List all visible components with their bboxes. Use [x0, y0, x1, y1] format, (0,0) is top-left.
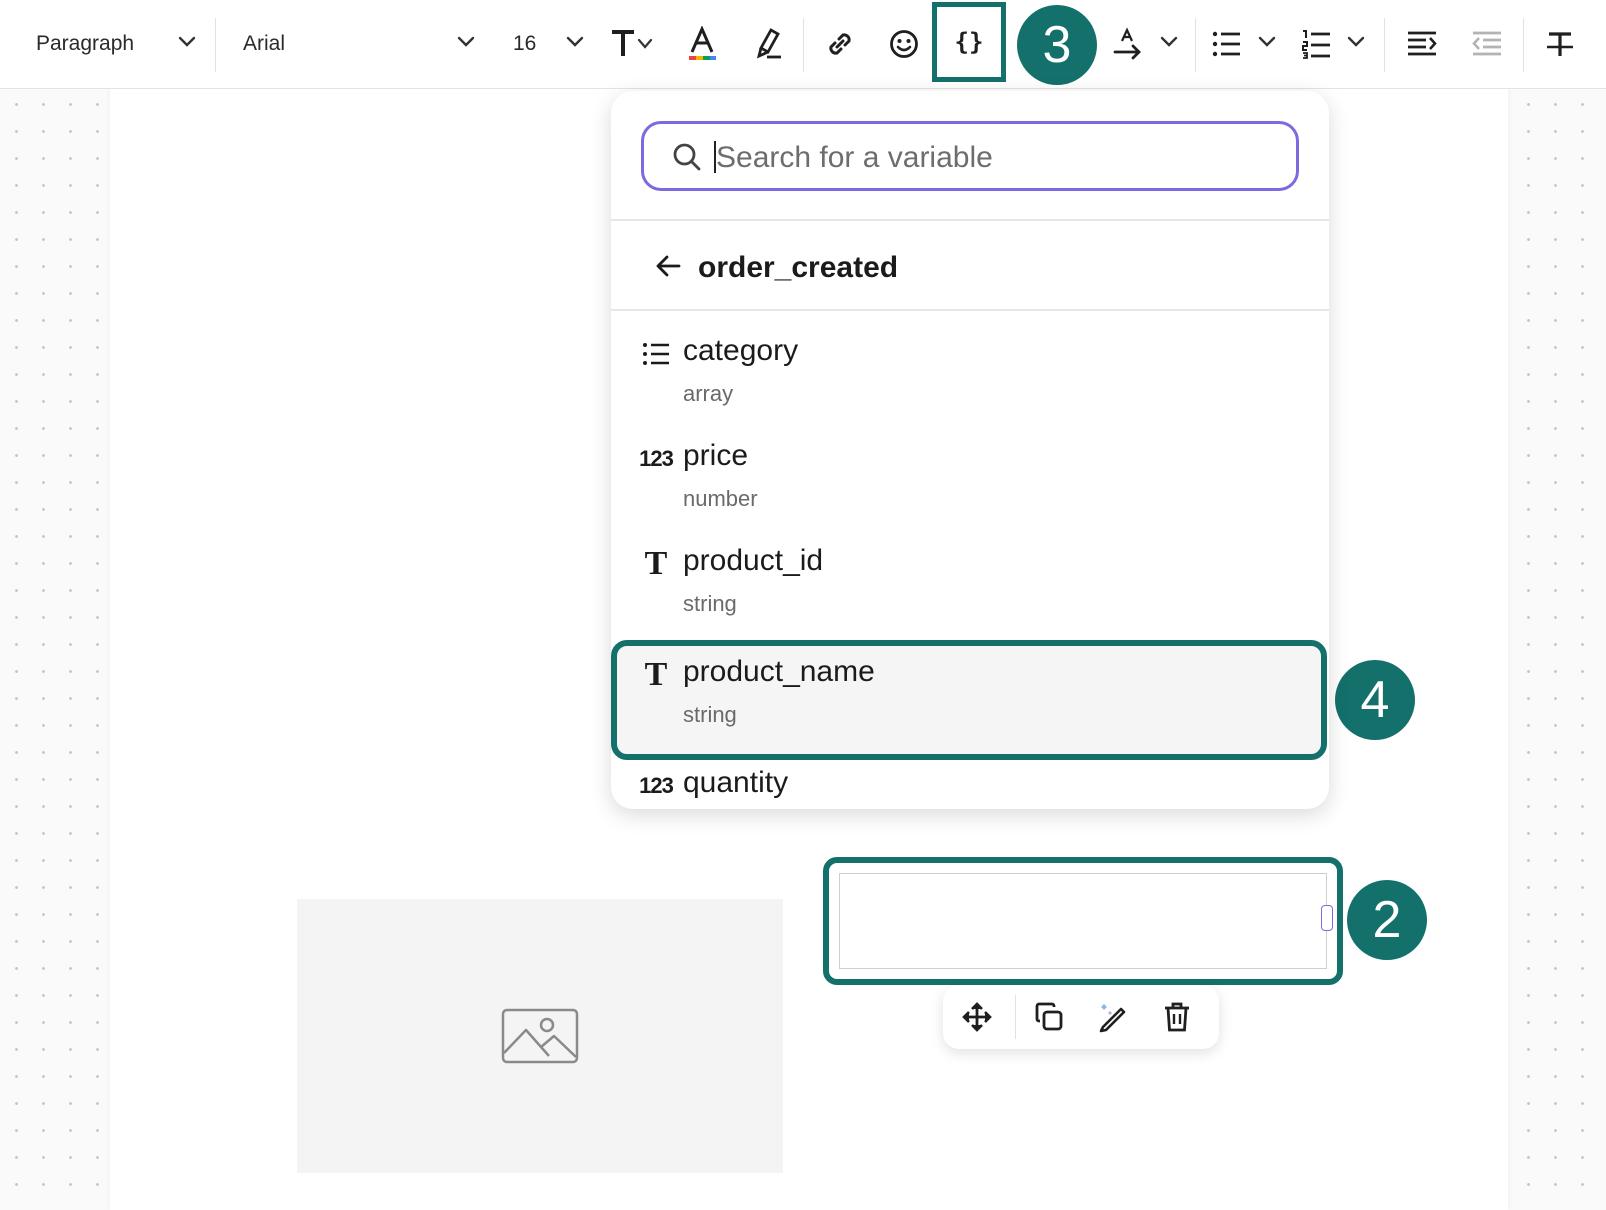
- step-4-callout: 4: [1335, 660, 1415, 740]
- number-icon: 123: [639, 446, 674, 471]
- variable-name: category: [683, 334, 799, 367]
- variable-search-input[interactable]: Search for a variable: [641, 121, 1299, 191]
- toolbar-divider: [1523, 18, 1524, 72]
- variable-type: number: [683, 486, 758, 511]
- text-color-icon[interactable]: [684, 24, 720, 64]
- edit-icon[interactable]: [1095, 999, 1131, 1035]
- divider: [611, 309, 1329, 311]
- toolbar-divider: [803, 18, 804, 72]
- variable-group-title: order_created: [698, 251, 899, 284]
- variable-picker-dropdown: Search for a variable order_created cate…: [611, 91, 1329, 809]
- image-placeholder[interactable]: [297, 899, 783, 1173]
- step-2-callout: 2: [1347, 880, 1427, 960]
- variable-type: string: [683, 702, 737, 727]
- chevron-down-icon[interactable]: [457, 36, 475, 48]
- duplicate-icon[interactable]: [1031, 999, 1067, 1035]
- emoji-icon[interactable]: [886, 24, 922, 64]
- search-placeholder: Search for a variable: [716, 141, 993, 174]
- link-icon[interactable]: [822, 24, 858, 64]
- block-type-select[interactable]: Paragraph: [36, 32, 134, 56]
- chevron-down-icon[interactable]: [566, 36, 584, 48]
- outdent-icon[interactable]: [1469, 24, 1505, 64]
- font-size-select[interactable]: 16: [513, 32, 536, 56]
- move-icon[interactable]: [959, 999, 995, 1035]
- variable-name: quantity: [683, 766, 789, 799]
- search-icon: [673, 143, 701, 171]
- delete-icon[interactable]: [1159, 999, 1195, 1035]
- variable-item-product-name[interactable]: T product_name string: [611, 640, 1327, 760]
- text-type-icon: T: [644, 656, 668, 693]
- toolbar-divider: [215, 18, 216, 72]
- text-block-content[interactable]: [839, 873, 1327, 969]
- list-icon: [639, 337, 673, 371]
- clear-format-icon[interactable]: [1542, 24, 1578, 64]
- variable-item-product-id[interactable]: T product_id string: [611, 529, 1329, 633]
- chevron-down-icon[interactable]: [1160, 36, 1178, 48]
- text-direction-icon[interactable]: [1110, 24, 1146, 64]
- bullet-list-icon[interactable]: [1209, 24, 1245, 64]
- variable-name: price: [683, 439, 749, 472]
- block-type-label: Paragraph: [36, 32, 135, 55]
- variable-item-price[interactable]: 123 price number: [611, 424, 1329, 528]
- toolbar-divider: [1384, 18, 1385, 72]
- text-style-icon[interactable]: [608, 24, 658, 64]
- variable-type: string: [683, 591, 737, 616]
- variable-braces-icon: {}: [954, 28, 984, 56]
- insert-variable-button[interactable]: {}: [932, 2, 1006, 82]
- variable-type: array: [683, 381, 734, 406]
- font-family-select[interactable]: Arial: [243, 32, 285, 56]
- chevron-down-icon[interactable]: [1258, 36, 1276, 48]
- variable-name: product_id: [683, 544, 824, 577]
- chevron-down-icon[interactable]: [178, 36, 196, 48]
- step-3-callout: 3: [1017, 5, 1097, 85]
- toolbar-divider: [1195, 18, 1196, 72]
- image-icon: [501, 1008, 579, 1064]
- back-to-groups-button[interactable]: order_created: [611, 221, 1329, 321]
- highlight-icon[interactable]: [750, 24, 786, 64]
- block-action-toolbar: [943, 985, 1219, 1049]
- text-type-icon: T: [644, 545, 668, 582]
- editor-toolbar: Paragraph Arial 16 {} 3: [0, 0, 1606, 89]
- variable-name: product_name: [683, 655, 875, 688]
- arrow-left-icon: [656, 255, 681, 277]
- variable-item-quantity[interactable]: 123 quantity: [611, 751, 1329, 809]
- number-icon: 123: [639, 773, 674, 798]
- chevron-down-icon[interactable]: [1347, 36, 1365, 48]
- font-family-label: Arial: [243, 32, 286, 55]
- variable-item-category[interactable]: category array: [611, 319, 1329, 423]
- numbered-list-icon[interactable]: [1298, 24, 1334, 64]
- resize-handle[interactable]: [1321, 905, 1333, 931]
- toolbar-divider: [1015, 995, 1016, 1039]
- selected-text-block[interactable]: [823, 857, 1343, 985]
- font-size-label: 16: [513, 32, 537, 55]
- indent-icon[interactable]: [1404, 24, 1440, 64]
